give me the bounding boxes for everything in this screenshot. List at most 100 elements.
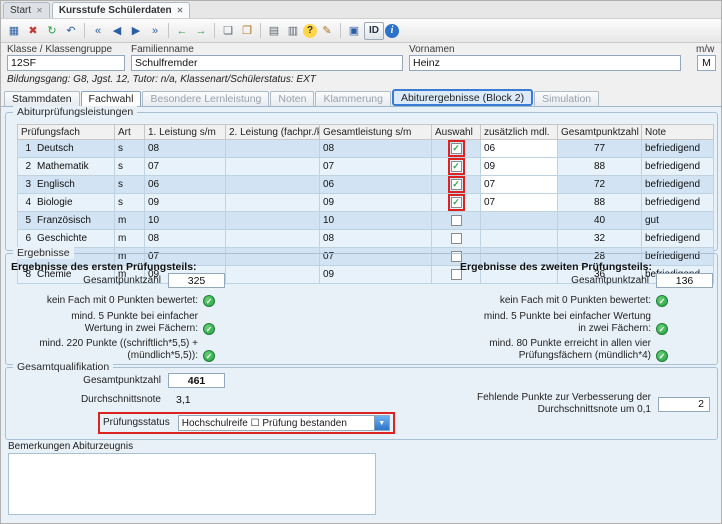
gesamtpunktzahl-cell: 72 bbox=[558, 176, 642, 194]
leistung2-cell bbox=[226, 194, 320, 212]
note-cell: befriedigend bbox=[642, 176, 714, 194]
table-row[interactable]: 1Deutsch s 08 08 06 77 befriedigend bbox=[18, 140, 714, 158]
paste-icon[interactable]: ❐ bbox=[238, 22, 256, 40]
vornamen-field[interactable] bbox=[409, 55, 681, 71]
copy-icon[interactable]: ❏ bbox=[219, 22, 237, 40]
print-icon[interactable]: ▤ bbox=[265, 22, 283, 40]
tab-simulation[interactable]: Simulation bbox=[534, 91, 599, 106]
table-header-row: Prüfungsfach Art 1. Leistung s/m 2. Leis… bbox=[18, 125, 714, 140]
table-row[interactable]: 5Französisch m 10 10 40 gut bbox=[18, 212, 714, 230]
zusaetzlich-mdl-cell[interactable]: 09 bbox=[481, 158, 558, 176]
gesamtpunktzahl-part2-field[interactable]: 136 bbox=[656, 273, 713, 288]
report-icon[interactable]: ▣ bbox=[345, 22, 363, 40]
delete-icon[interactable]: ✖ bbox=[24, 22, 42, 40]
gesamtpunktzahl-part1-field[interactable]: 325 bbox=[168, 273, 225, 288]
gesamtpunktzahl-cell: 32 bbox=[558, 230, 642, 248]
close-icon[interactable]: ✕ bbox=[177, 6, 184, 15]
nav-last-icon[interactable]: » bbox=[146, 22, 164, 40]
fehlende-punkte-label: Fehlende Punkte zur Verbesserung der Dur… bbox=[471, 392, 651, 416]
row-number: 5 bbox=[21, 215, 31, 227]
subject-name: Mathematik bbox=[37, 161, 89, 172]
auswahl-checkbox[interactable] bbox=[451, 215, 462, 226]
column-header-art[interactable]: Art bbox=[115, 125, 145, 140]
column-header-gesamtpunktzahl[interactable]: Gesamtpunktzahl bbox=[558, 125, 642, 140]
print-preview-icon[interactable]: ▥ bbox=[284, 22, 302, 40]
pruefungsstatus-label: Prüfungsstatus bbox=[103, 417, 170, 429]
close-icon[interactable]: ✕ bbox=[36, 6, 43, 15]
tab-fachwahl[interactable]: Fachwahl bbox=[81, 91, 142, 106]
fehlende-punkte-field[interactable]: 2 bbox=[658, 397, 710, 412]
leistung2-cell bbox=[226, 230, 320, 248]
durchschnittsnote-value: 3,1 bbox=[176, 394, 191, 406]
forward-icon[interactable]: → bbox=[192, 22, 210, 40]
column-header-gesamtleistung[interactable]: Gesamtleistung s/m bbox=[320, 125, 432, 140]
doc-tab-kursstufe-schuelerdaten[interactable]: Kursstufe Schülerdaten ✕ bbox=[52, 2, 191, 18]
auswahl-cell bbox=[432, 230, 481, 248]
art-cell: s bbox=[115, 158, 145, 176]
column-header-leistung1[interactable]: 1. Leistung s/m bbox=[145, 125, 226, 140]
check-label: mind. 5 Punkte bei einfacher Wertung in … bbox=[476, 311, 651, 335]
nav-prior-icon[interactable]: ◀ bbox=[108, 22, 126, 40]
save-icon[interactable]: ▦ bbox=[5, 22, 23, 40]
zusaetzlich-mdl-cell[interactable]: 07 bbox=[481, 176, 558, 194]
undo-icon[interactable]: ↶ bbox=[62, 22, 80, 40]
bemerkungen-textarea[interactable] bbox=[8, 453, 376, 515]
toolbar: ▦ ✖ ↻ ↶ « ◀ ▶ » ← → ❏ ❐ ▤ ▥ ? ✎ ▣ ID i bbox=[1, 19, 721, 43]
column-header-pruefungsfach[interactable]: Prüfungsfach bbox=[18, 125, 115, 140]
familienname-field[interactable] bbox=[131, 55, 403, 71]
column-header-note[interactable]: Note bbox=[642, 125, 714, 140]
gesamtleistung-cell: 09 bbox=[320, 194, 432, 212]
nav-first-icon[interactable]: « bbox=[89, 22, 107, 40]
art-cell: m bbox=[115, 230, 145, 248]
doc-tab-label: Kursstufe Schülerdaten bbox=[59, 5, 172, 16]
klasse-field[interactable] bbox=[7, 55, 125, 71]
zusaetzlich-mdl-cell bbox=[481, 212, 558, 230]
edit-icon[interactable]: ✎ bbox=[318, 22, 336, 40]
zusaetzlich-mdl-cell[interactable]: 06 bbox=[481, 140, 558, 158]
mw-field[interactable] bbox=[697, 55, 716, 71]
tab-besondere-lernleistung[interactable]: Besondere Lernleistung bbox=[142, 91, 269, 106]
page-content: Abiturprüfungsleistungen Prüfungsfach Ar… bbox=[1, 106, 721, 523]
row-number: 1 bbox=[21, 143, 31, 155]
column-header-zusaetzlich-mdl[interactable]: zusätzlich mdl. bbox=[481, 125, 558, 140]
info-icon[interactable]: i bbox=[385, 24, 399, 38]
tab-klammerung[interactable]: Klammerung bbox=[315, 91, 391, 106]
id-button[interactable]: ID bbox=[364, 22, 384, 40]
auswahl-checkbox[interactable] bbox=[451, 161, 462, 172]
gesamtpunktzahl-total-field[interactable]: 461 bbox=[168, 373, 225, 388]
leistung2-cell bbox=[226, 176, 320, 194]
table-row[interactable]: 6Geschichte m 08 08 32 befriedigend bbox=[18, 230, 714, 248]
zusaetzlich-mdl-cell[interactable]: 07 bbox=[481, 194, 558, 212]
pruefungsstatus-select[interactable]: Hochschulreife ☐ Prüfung bestanden ▼ bbox=[178, 415, 390, 431]
chevron-down-icon[interactable]: ▼ bbox=[374, 416, 389, 430]
row-number: 2 bbox=[21, 161, 31, 173]
table-row[interactable]: 4Biologie s 09 09 07 88 befriedigend bbox=[18, 194, 714, 212]
subject-name: Französisch bbox=[37, 215, 91, 226]
auswahl-checkbox[interactable] bbox=[451, 197, 462, 208]
table-row[interactable]: 2Mathematik s 07 07 09 88 befriedigend bbox=[18, 158, 714, 176]
gesamtpunktzahl-cell: 77 bbox=[558, 140, 642, 158]
doc-tab-start[interactable]: Start ✕ bbox=[3, 2, 50, 18]
table-row[interactable]: 3Englisch s 06 06 07 72 befriedigend bbox=[18, 176, 714, 194]
help-icon[interactable]: ? bbox=[303, 24, 317, 38]
check-label: kein Fach mit 0 Punkten bewertet: bbox=[476, 295, 651, 307]
row-number: 3 bbox=[21, 179, 31, 191]
subject-name: Biologie bbox=[37, 197, 73, 208]
back-icon[interactable]: ← bbox=[173, 22, 191, 40]
toolbar-separator bbox=[168, 23, 169, 38]
gesamtpunktzahl-cell: 88 bbox=[558, 158, 642, 176]
tab-stammdaten[interactable]: Stammdaten bbox=[4, 91, 80, 106]
tab-abiturergebnisse[interactable]: Abiturergebnisse (Block 2) bbox=[392, 89, 533, 106]
check-label: mind. 220 Punkte ((schriftlich*5,5) + (m… bbox=[33, 338, 198, 362]
auswahl-checkbox[interactable] bbox=[451, 143, 462, 154]
auswahl-checkbox[interactable] bbox=[451, 233, 462, 244]
column-header-leistung2[interactable]: 2. Leistung (fachpr./ko... bbox=[226, 125, 320, 140]
auswahl-checkbox[interactable] bbox=[451, 179, 462, 190]
nav-next-icon[interactable]: ▶ bbox=[127, 22, 145, 40]
check-passed-icon: ✓ bbox=[656, 323, 668, 335]
refresh-icon[interactable]: ↻ bbox=[43, 22, 61, 40]
student-info-line: Bildungsgang: G8, Jgst. 12, Tutor: n/a, … bbox=[7, 74, 316, 85]
leistung1-cell: 08 bbox=[145, 140, 226, 158]
column-header-auswahl[interactable]: Auswahl bbox=[432, 125, 481, 140]
tab-noten[interactable]: Noten bbox=[270, 91, 314, 106]
